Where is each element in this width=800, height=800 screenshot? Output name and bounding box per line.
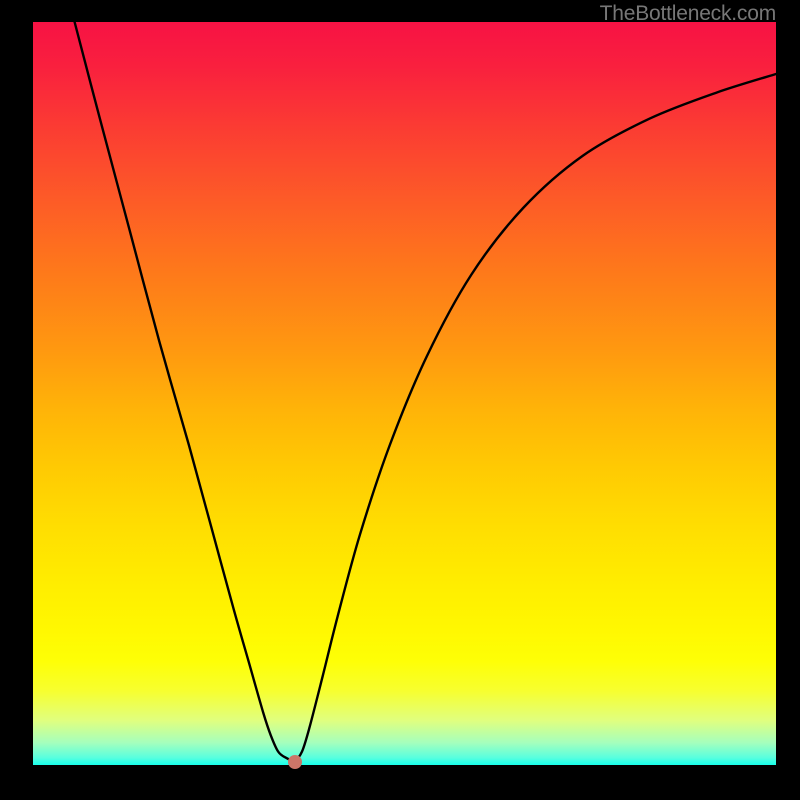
minimum-marker <box>288 755 302 769</box>
chart-frame: TheBottleneck.com <box>0 0 800 800</box>
plot-area <box>33 22 776 765</box>
bottleneck-curve <box>75 22 776 761</box>
curve-layer <box>33 22 776 765</box>
